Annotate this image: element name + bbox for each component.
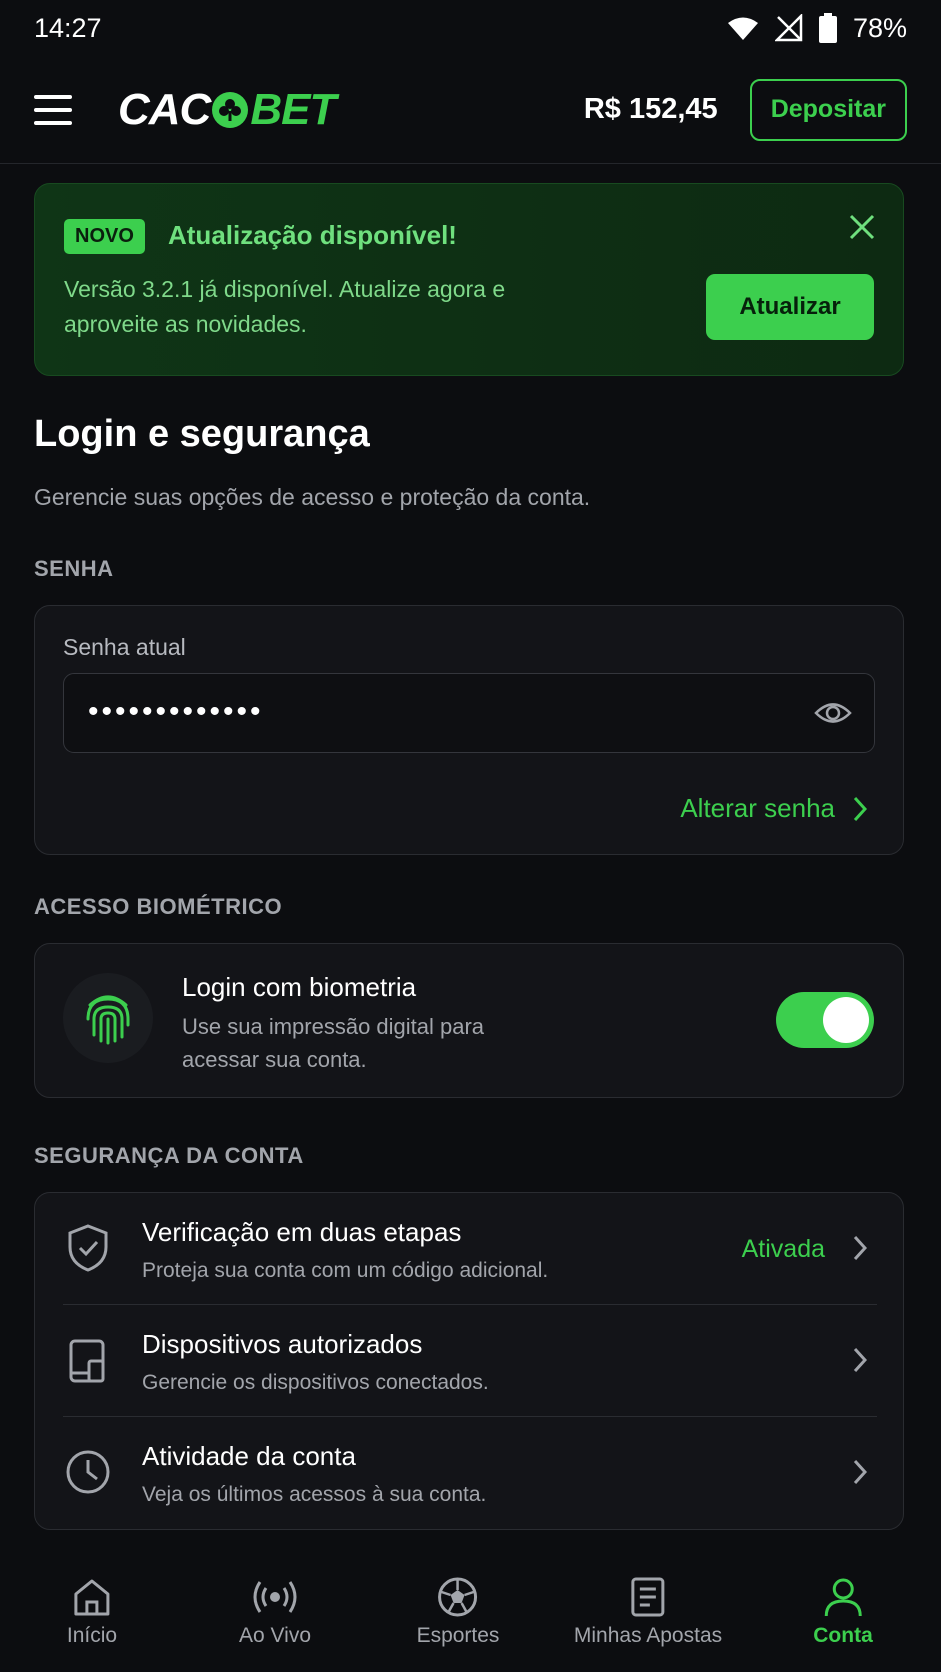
nav-label: Minhas Apostas [573,1624,723,1647]
eye-icon[interactable] [814,698,852,728]
chevron-right-icon [853,1459,867,1485]
page-subtitle: Gerencie suas opções de acesso e proteçã… [34,484,591,510]
menu-icon[interactable] [34,90,74,130]
shield-check-icon [68,1224,108,1272]
live-icon [253,1581,297,1613]
item-title: Atividade da conta [142,1441,356,1471]
item-description: Gerencie os dispositivos conectados. [142,1371,489,1394]
list-item-activity[interactable]: Atividade da conta Veja os últimos acess… [35,1417,905,1529]
status-badge: Ativada [741,1235,825,1263]
soccer-ball-icon [438,1577,478,1617]
item-title: Dispositivos autorizados [142,1329,423,1359]
clock-icon [66,1450,110,1494]
club-icon [212,91,249,128]
nav-item-live[interactable]: Ao Vivo [239,1576,311,1648]
battery-icon [818,13,837,43]
nav-item-account[interactable]: Conta [813,1576,873,1648]
nav-label: Início [66,1624,118,1647]
no-signal-icon [774,14,803,42]
update-banner: NOVO Atualização disponível! Versão 3.2.… [34,183,904,376]
banner-title: Atualização disponível! [168,220,457,250]
balance: R$ 152,45 [583,93,718,125]
banner-text: Versão 3.2.1 já disponível. Atualize ago… [64,276,506,337]
chevron-right-icon [853,796,867,821]
logo-text-left: CAC [118,84,211,134]
update-button[interactable]: Atualizar [706,274,874,340]
item-title: Verificação em duas etapas [142,1217,462,1247]
bottom-nav: Início Ao Vivo Esportes Minhas Apostas C… [0,1552,941,1672]
item-description: Proteja sua conta com um código adiciona… [142,1259,549,1282]
nav-item-sports[interactable]: Esportes [416,1576,500,1648]
status-bar: 14:27 78% [0,0,941,56]
list-item-devices[interactable]: Dispositivos autorizados Gerencie os dis… [35,1305,905,1417]
app-header: CAC BET R$ 152,45 Depositar [0,56,941,164]
page-title: Login e segurança [34,413,370,455]
devices-icon [69,1339,105,1383]
list-item-two-factor[interactable]: Verificação em duas etapas Proteja sua c… [35,1193,905,1305]
password-field[interactable]: ••••••••••••• [63,673,875,753]
nav-label: Esportes [416,1624,500,1647]
nav-label: Ao Vivo [239,1624,311,1647]
wifi-icon [727,17,758,40]
section-label-password: SENHA [34,556,114,581]
status-time: 14:27 [34,12,102,43]
section-label-security: SEGURANÇA DA CONTA [34,1143,304,1168]
biometric-title: Login com biometria [182,972,417,1002]
home-icon [74,1579,110,1616]
chevron-right-icon [853,1347,867,1373]
bets-ticket-icon [631,1577,665,1617]
security-card: Verificação em duas etapas Proteja sua c… [34,1192,904,1530]
nav-item-my-bets[interactable]: Minhas Apostas [574,1576,722,1648]
new-badge: NOVO [64,219,145,254]
close-icon[interactable] [847,212,877,242]
password-label: Senha atual [63,634,186,660]
nav-label: Conta [813,1624,873,1647]
user-icon [824,1578,862,1617]
section-label-biometric: ACESSO BIOMÉTRICO [34,894,283,919]
nav-item-home[interactable]: Início [67,1576,117,1648]
logo-text-right: BET [250,84,336,134]
change-password-link[interactable]: Alterar senha [680,793,867,824]
password-card: Senha atual ••••••••••••• Alterar senha [34,605,904,855]
item-description: Veja os últimos acessos à sua conta. [142,1483,487,1506]
change-password-label: Alterar senha [680,793,835,823]
fingerprint-icon-wrap [63,973,153,1063]
biometric-toggle[interactable] [776,992,874,1048]
chevron-right-icon [853,1235,867,1261]
battery-level: 78% [852,12,907,43]
logo[interactable]: CAC BET [118,84,336,135]
toggle-knob [823,997,869,1043]
password-value: ••••••••••••• [88,695,264,728]
status-icons: 78% [727,13,907,44]
deposit-button[interactable]: Depositar [749,78,907,141]
biometric-card: Login com biometria Use sua impressão di… [34,943,904,1098]
fingerprint-icon [86,995,130,1045]
biometric-description: Use sua impressão digital para acessar s… [182,1014,485,1072]
